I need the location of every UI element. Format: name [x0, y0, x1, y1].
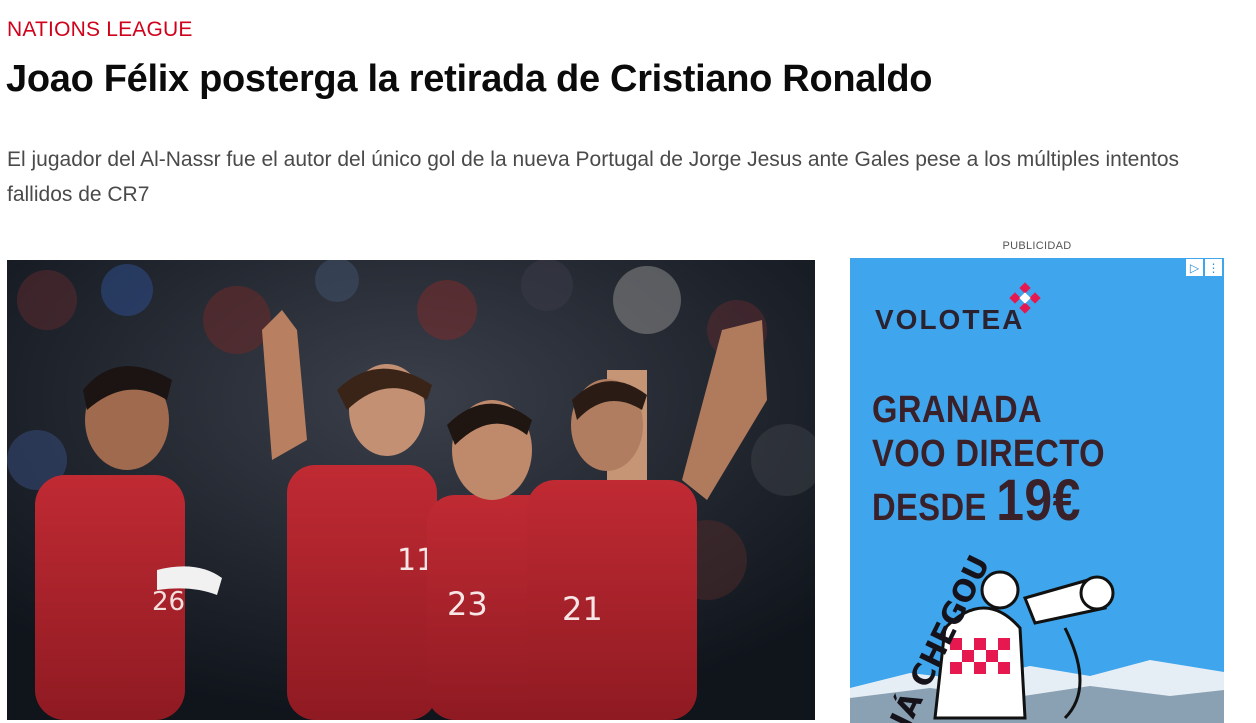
ad-destination: GRANADA: [872, 389, 1043, 431]
jersey-number: 26: [152, 587, 185, 617]
article-main-photo: 26 11 23 21: [7, 260, 815, 720]
section-kicker-link[interactable]: NATIONS LEAGUE: [7, 18, 193, 42]
more-options-icon[interactable]: ⋮: [1205, 259, 1222, 276]
ad-price-line: DESDE 19€: [872, 472, 1105, 530]
adchoices-icon[interactable]: ▷: [1186, 259, 1203, 276]
jersey-number: 21: [562, 590, 603, 628]
ad-brand-logo: VOLOTEA: [875, 304, 1025, 335]
volotea-diamond-icon: [1009, 282, 1041, 314]
volotea-ad-banner[interactable]: ▷ ⋮ VOLOTEA GRANADA VOO DIRECTO DESDE 19…: [850, 258, 1224, 723]
ad-copy: GRANADA VOO DIRECTO DESDE 19€: [872, 388, 1143, 530]
jersey-number: 23: [447, 585, 488, 623]
ad-controls: ▷ ⋮: [1186, 259, 1222, 276]
article-headline: Joao Félix posterga la retirada de Crist…: [6, 58, 933, 100]
article-subtitle: El jugador del Al-Nassr fue el autor del…: [7, 148, 1180, 206]
ad-price: 19€: [996, 468, 1081, 533]
ad-label: PUBLICIDAD: [1002, 240, 1072, 252]
ad-price-prefix: DESDE: [872, 487, 987, 529]
